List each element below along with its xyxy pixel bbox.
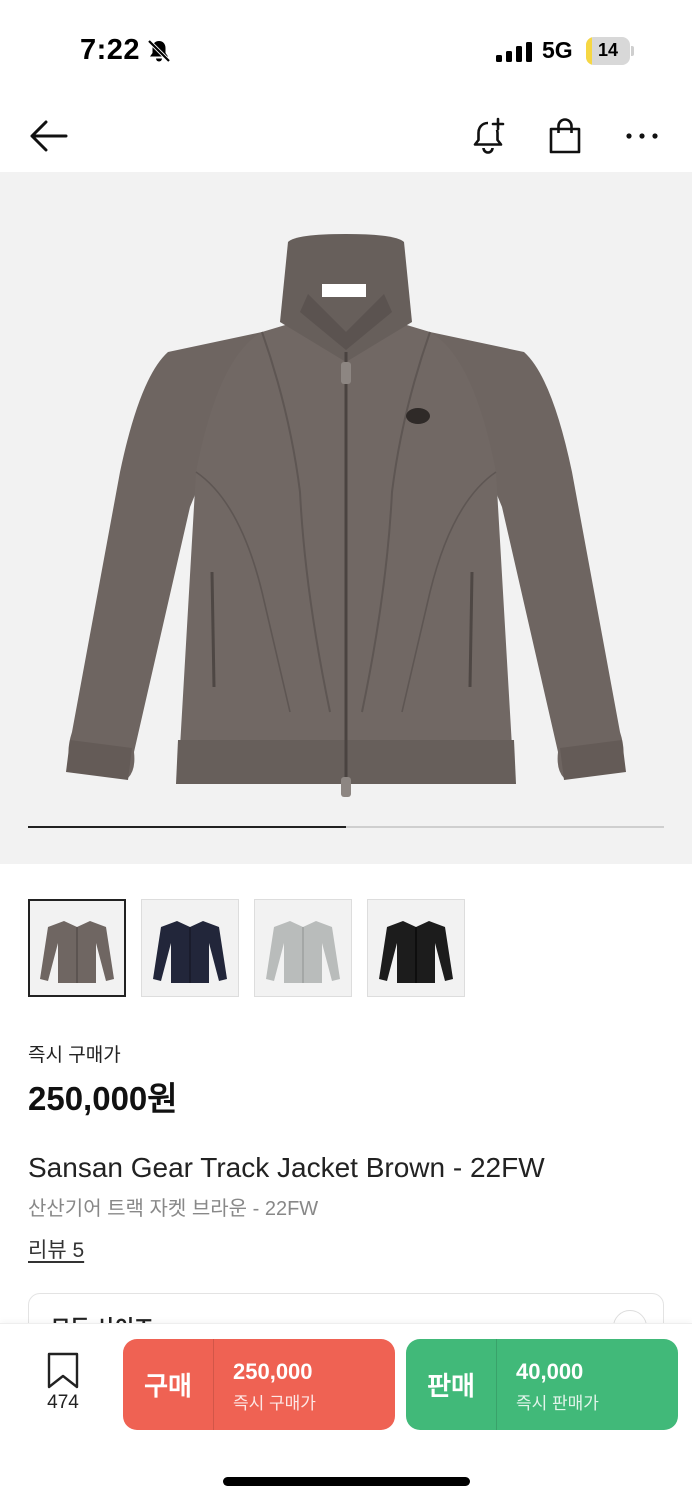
color-thumbnails xyxy=(28,899,465,997)
bell-off-icon xyxy=(147,39,171,63)
buy-button[interactable]: 구매 250,000 즉시 구매가 xyxy=(123,1339,395,1430)
thumbnail-navy[interactable] xyxy=(141,899,239,997)
home-indicator[interactable] xyxy=(223,1477,470,1486)
product-image-gallery[interactable] xyxy=(0,172,692,864)
wishlist-button[interactable]: 474 xyxy=(28,1348,98,1418)
top-nav xyxy=(0,100,692,172)
shopping-bag-icon xyxy=(549,118,581,154)
bookmark-icon xyxy=(47,1352,79,1389)
thumbnail-brown[interactable] xyxy=(28,899,126,997)
jacket-thumb-image xyxy=(40,921,114,983)
jacket-thumb-image xyxy=(266,921,340,983)
price-value: 250,000원 xyxy=(28,1080,178,1117)
sell-button-price: 40,000 xyxy=(516,1359,584,1384)
buy-button-label: 구매 xyxy=(144,1371,192,1401)
thumbnail-gray[interactable] xyxy=(254,899,352,997)
thumbnail-black[interactable] xyxy=(367,899,465,997)
buy-button-price: 250,000 xyxy=(233,1359,313,1384)
battery-icon: 14 xyxy=(586,37,634,65)
buy-button-sub: 즉시 구매가 xyxy=(233,1394,316,1413)
product-title: Sansan Gear Track Jacket Brown - 22FW xyxy=(28,1152,545,1183)
sell-button-label: 판매 xyxy=(427,1371,475,1401)
jacket-thumb-image xyxy=(379,921,453,983)
arrow-left-icon xyxy=(30,120,68,152)
alert-add-button[interactable] xyxy=(464,112,512,160)
review-link[interactable]: 리뷰 5 xyxy=(28,1234,84,1264)
cart-button[interactable] xyxy=(541,112,589,160)
more-button[interactable] xyxy=(618,112,666,160)
jacket-thumb-image xyxy=(153,921,227,983)
image-pager xyxy=(28,826,664,828)
status-time: 7:22 xyxy=(80,34,141,66)
sell-button-sub: 즉시 판매가 xyxy=(516,1394,599,1413)
more-icon xyxy=(626,133,658,139)
status-bar: 7:22 5G 14 xyxy=(0,0,692,100)
price-label: 즉시 구매가 xyxy=(28,1045,121,1066)
image-pager-progress xyxy=(28,826,346,828)
bottom-action-bar: 474 구매 250,000 즉시 구매가 판매 40,000 즉시 판매가 xyxy=(0,1323,692,1500)
product-subtitle: 산산기어 트랙 자켓 브라운 - 22FW xyxy=(28,1198,319,1220)
signal-icon xyxy=(496,42,532,62)
network-type: 5G xyxy=(542,37,573,63)
battery-level: 14 xyxy=(597,40,619,60)
jacket-image xyxy=(66,234,626,797)
back-button[interactable] xyxy=(24,112,72,160)
wishlist-count: 474 xyxy=(47,1392,79,1413)
bell-plus-icon xyxy=(473,117,505,154)
sell-button[interactable]: 판매 40,000 즉시 판매가 xyxy=(406,1339,678,1430)
